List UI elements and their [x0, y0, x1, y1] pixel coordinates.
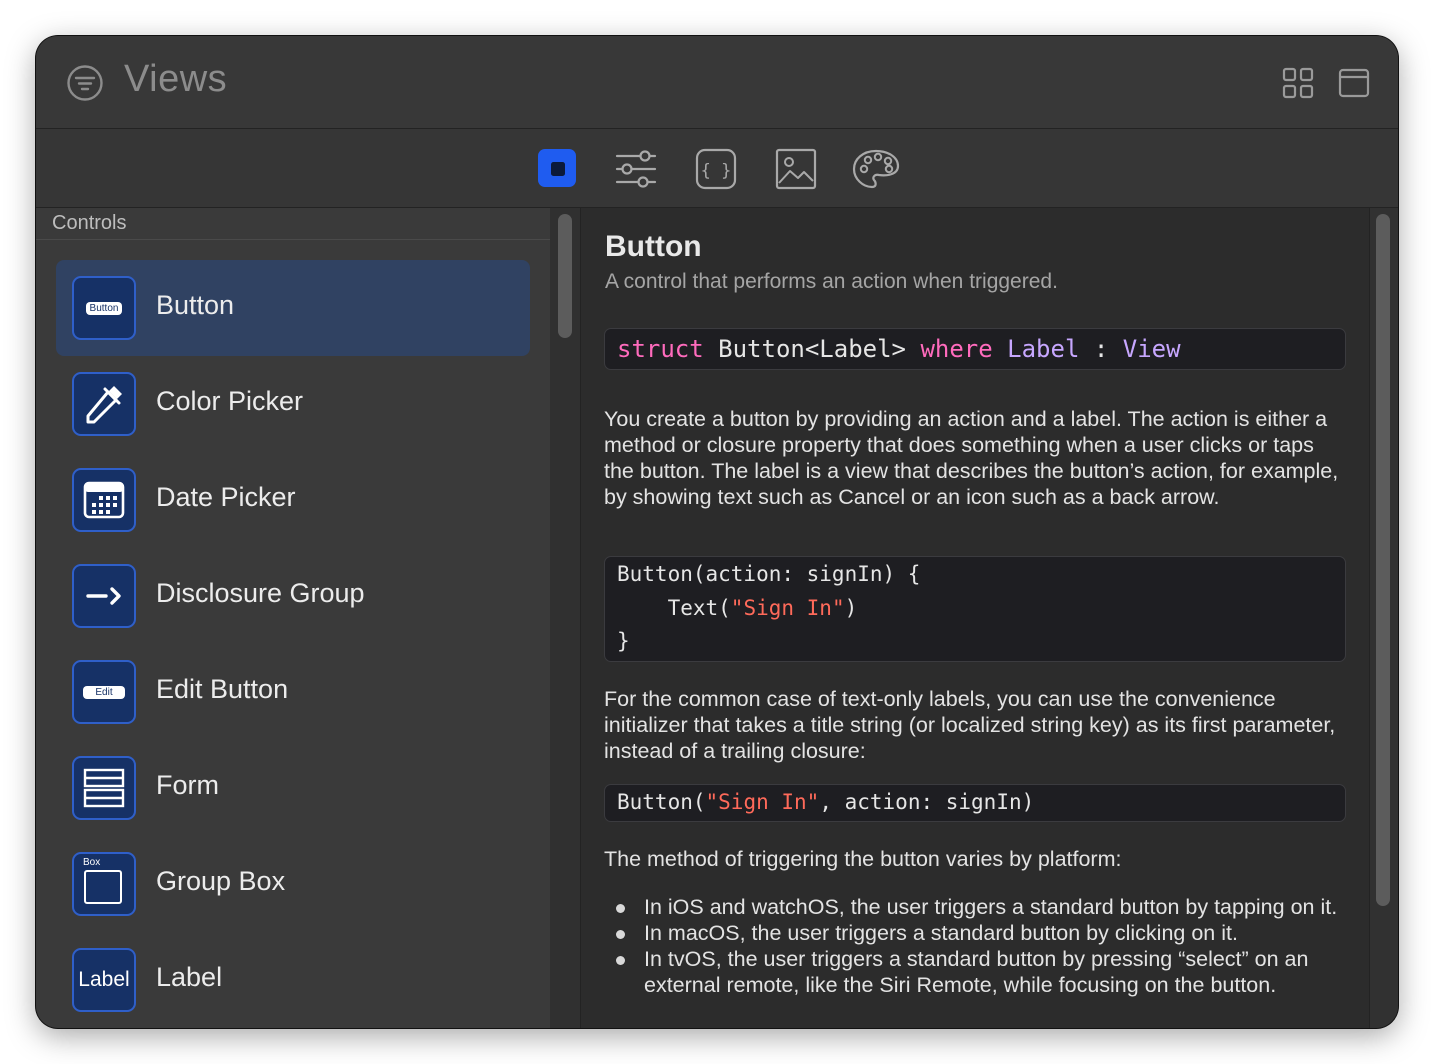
sidebar-item-label: Edit Button: [156, 674, 289, 704]
button-glyph-icon: Button: [72, 276, 136, 340]
filter-icon[interactable]: [66, 64, 104, 102]
convenience-code-block: Button("Sign In", action: signIn): [604, 784, 1346, 822]
search-title[interactable]: Views: [124, 58, 227, 101]
list-item: In iOS and watchOS, the user triggers a …: [604, 894, 1346, 920]
icon-text: Button: [85, 301, 123, 315]
tab-modifiers-icon[interactable]: [614, 147, 658, 191]
sidebar-item-label: Group Box: [156, 866, 286, 896]
code-line: Button("Sign In", action: signIn): [617, 790, 1035, 814]
list-item: In tvOS, the user triggers a standard bu…: [604, 946, 1346, 998]
sidebar-item-label: Disclosure Group: [156, 578, 365, 608]
tab-views-icon[interactable]: [536, 147, 580, 191]
sidebar-item-label: Form: [156, 770, 219, 800]
tab-media-icon[interactable]: [774, 147, 818, 191]
section-header: Controls: [52, 212, 127, 234]
svg-text:{ }: { }: [701, 161, 732, 181]
sidebar-item-disclosure-group[interactable]: Disclosure Group: [56, 548, 530, 644]
sidebar-item-edit-button[interactable]: Edit Edit Button: [56, 644, 530, 740]
code-line: }: [617, 629, 630, 653]
sidebar-item-label: Button: [156, 290, 235, 320]
sidebar-item-date-picker[interactable]: Date Picker: [56, 452, 530, 548]
list-item: In macOS, the user triggers a standard b…: [604, 920, 1346, 946]
library-window: Views { } Controls Button Button Color P…: [36, 36, 1398, 1028]
sidebar-item-color-picker[interactable]: Color Picker: [56, 356, 530, 452]
sidebar: Controls Button Button Color Picker Date…: [36, 208, 551, 1028]
title-bar: Views: [36, 36, 1398, 129]
detail-scroll-thumb[interactable]: [1376, 214, 1390, 906]
window-toggle-icon[interactable]: [1338, 67, 1370, 99]
icon-text: Box: [83, 857, 101, 868]
disclosure-icon: [72, 564, 136, 628]
group-box-icon: Box: [72, 852, 136, 916]
convenience-paragraph: For the common case of text-only labels,…: [604, 687, 1336, 763]
eyedropper-icon: [72, 372, 136, 436]
doc-title: Button: [605, 230, 702, 263]
declaration-line: struct Button<Label> where Label : View: [617, 335, 1181, 363]
library-tabs: { }: [36, 129, 1398, 208]
code-line: Button(action: signIn) {: [617, 562, 921, 586]
declaration-code: struct Button<Label> where Label : View: [604, 328, 1346, 370]
icon-text: Label: [78, 968, 130, 991]
grid-view-icon[interactable]: [1282, 67, 1314, 99]
code-line: Text("Sign In"): [617, 596, 858, 620]
description-paragraph: You create a button by providing an acti…: [604, 407, 1339, 509]
sidebar-item-button[interactable]: Button Button: [56, 260, 530, 356]
sidebar-item-label: Date Picker: [156, 482, 296, 512]
label-glyph-icon: Label: [72, 948, 136, 1012]
edit-button-glyph-icon: Edit: [72, 660, 136, 724]
tab-snippets-icon[interactable]: { }: [694, 147, 738, 191]
detail-pane: Button A control that performs an action…: [581, 208, 1369, 1028]
divider: [36, 239, 550, 240]
tab-colors-palette-icon[interactable]: [852, 147, 900, 191]
sidebar-item-group-box[interactable]: Box Group Box: [56, 836, 530, 932]
sidebar-scroll-thumb[interactable]: [558, 214, 572, 338]
sidebar-item-form[interactable]: Form: [56, 740, 530, 836]
sidebar-item-label-text: Label: [156, 962, 223, 992]
doc-subtitle: A control that performs an action when t…: [605, 270, 1058, 293]
platform-paragraph: The method of triggering the button vari…: [604, 847, 1122, 871]
icon-text: Edit: [83, 685, 125, 699]
form-icon: [72, 756, 136, 820]
calendar-icon: [72, 468, 136, 532]
sidebar-item-label[interactable]: Label Label: [56, 932, 530, 1028]
platform-list: In iOS and watchOS, the user triggers a …: [604, 894, 1346, 998]
example-code-block: Button(action: signIn) { Text("Sign In")…: [604, 556, 1346, 662]
sidebar-item-label: Color Picker: [156, 386, 304, 416]
